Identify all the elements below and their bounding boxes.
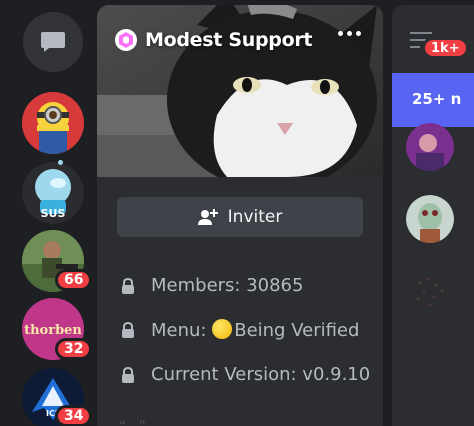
members-count-label: Members: 30865 <box>151 275 304 296</box>
server-icon-minion[interactable] <box>22 92 84 154</box>
svg-text:SUS: SUS <box>41 207 66 220</box>
notification-badge: 32 <box>55 338 93 360</box>
member-avatar[interactable] <box>406 123 454 171</box>
direct-messages-button[interactable] <box>23 12 83 72</box>
boost-badge-icon <box>115 29 137 51</box>
truncated-content-indicator: “ ” <box>119 419 150 426</box>
version-channel[interactable]: Current Version: v0.9.10 <box>121 364 370 385</box>
menu-status-label: Menu: Being Verified <box>151 319 360 341</box>
new-messages-banner[interactable]: 25+ n <box>392 73 474 127</box>
member-avatar[interactable] <box>406 267 454 315</box>
sparkle-decoration <box>58 160 63 165</box>
server-banner: Modest Support <box>97 5 383 177</box>
version-label: Current Version: v0.9.10 <box>151 364 371 385</box>
lock-icon <box>122 322 134 338</box>
server-icon-sus[interactable]: SUS <box>22 162 84 224</box>
server-rail: SUS 66 thorben 32 ICE 34 <box>0 0 100 426</box>
members-channel[interactable]: Members: 30865 <box>121 275 303 296</box>
more-options-icon[interactable] <box>338 31 361 36</box>
notification-badge: 66 <box>55 269 93 291</box>
server-name: Modest Support <box>145 29 313 51</box>
lock-icon <box>122 277 134 294</box>
discord-app: SUS 66 thorben 32 ICE 34 Modest Support … <box>0 0 474 426</box>
unread-count-badge: 1k+ <box>422 37 469 59</box>
server-info-panel: Modest Support Inviter Members: 30865 Me… <box>97 5 383 426</box>
notification-badge: 34 <box>55 405 93 426</box>
minion-avatar-image <box>22 92 84 154</box>
members-side-panel: 1k+ 25+ n <box>392 5 474 426</box>
lock-icon <box>122 366 134 383</box>
chat-bubble-icon <box>41 32 65 52</box>
sus-avatar-image: SUS <box>22 162 84 224</box>
menu-channel[interactable]: Menu: Being Verified <box>121 319 359 341</box>
invite-label: Inviter <box>227 207 283 227</box>
svg-text:thorben: thorben <box>24 323 82 338</box>
member-avatar[interactable] <box>406 195 454 243</box>
invite-button[interactable]: Inviter <box>117 197 363 237</box>
yellow-circle-icon <box>212 319 233 339</box>
add-user-icon <box>197 209 218 225</box>
server-header[interactable]: Modest Support <box>115 29 312 51</box>
